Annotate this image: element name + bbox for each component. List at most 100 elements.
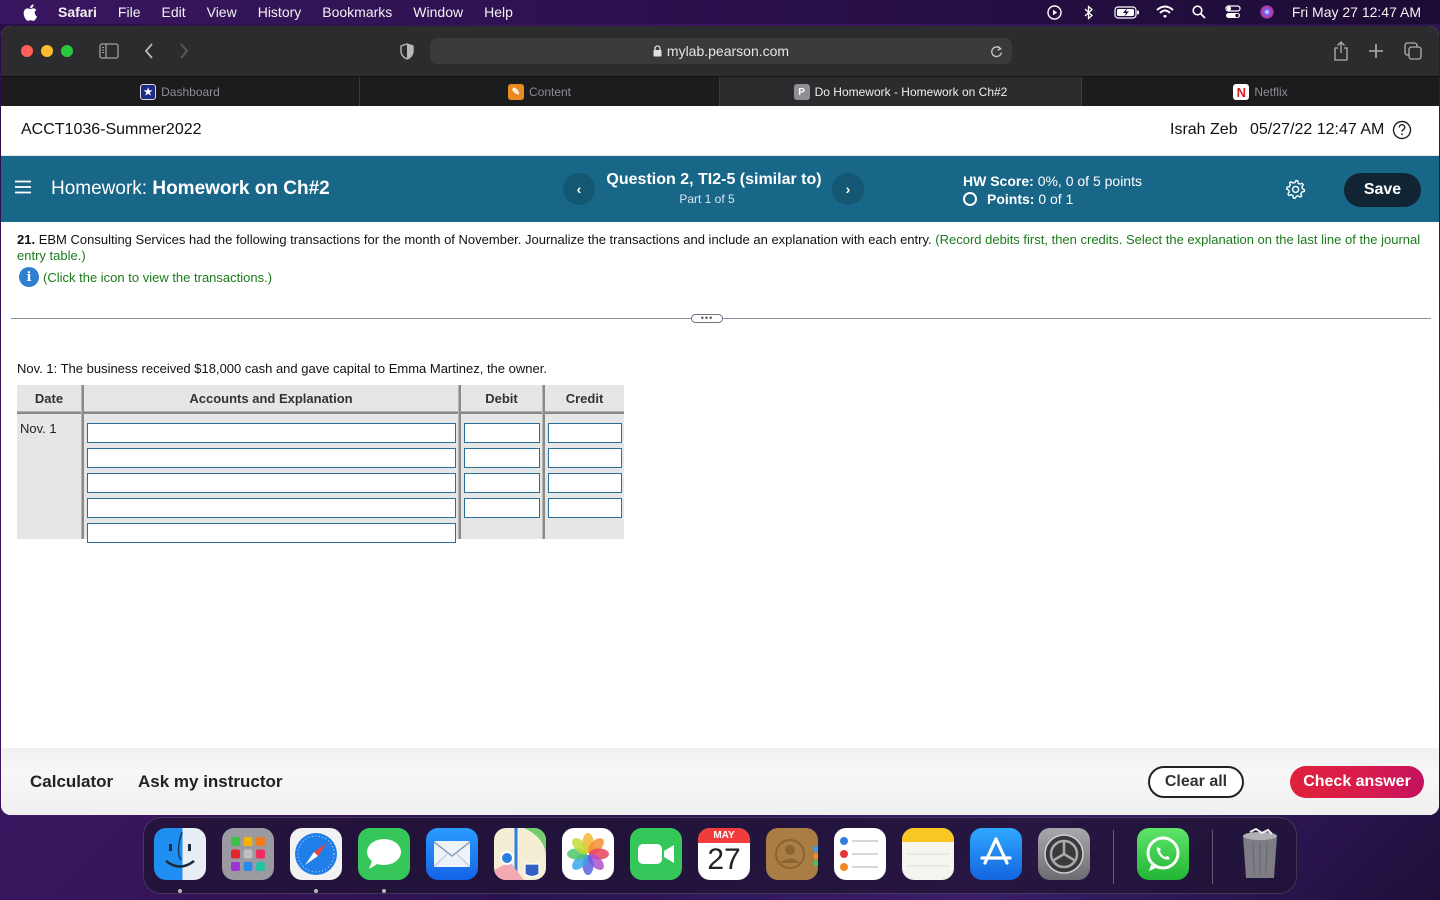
facetime-icon[interactable] <box>630 828 682 880</box>
contacts-icon[interactable] <box>766 828 818 880</box>
credit-input-3[interactable] <box>548 473 622 493</box>
maps-icon[interactable] <box>494 828 546 880</box>
reminders-icon[interactable] <box>834 828 886 880</box>
divider-drag-handle[interactable]: ••• <box>691 314 723 323</box>
tab-netflix[interactable]: N Netflix <box>1082 77 1439 107</box>
clear-all-button[interactable]: Clear all <box>1148 766 1244 798</box>
tab-content[interactable]: ✎ Content <box>360 77 720 107</box>
mail-icon[interactable] <box>426 828 478 880</box>
back-arrow-icon[interactable] <box>138 40 160 62</box>
notes-icon[interactable] <box>902 828 954 880</box>
current-datetime: 05/27/22 12:47 AM <box>1250 121 1385 138</box>
menu-file[interactable]: File <box>118 4 141 20</box>
check-answer-button[interactable]: Check answer <box>1290 766 1424 798</box>
account-input-2[interactable] <box>87 448 456 468</box>
previous-question-button[interactable]: ‹ <box>563 173 595 205</box>
account-input-3[interactable] <box>87 473 456 493</box>
macos-dock: MAY 27 <box>143 817 1297 894</box>
system-preferences-icon[interactable] <box>1038 828 1090 880</box>
app-store-icon[interactable] <box>970 828 1022 880</box>
homework-label-prefix: Homework: <box>51 178 148 199</box>
messages-icon[interactable] <box>358 828 410 880</box>
menu-help[interactable]: Help <box>484 4 513 20</box>
hamburger-menu-icon[interactable] <box>15 180 31 194</box>
control-center-icon[interactable] <box>1224 4 1242 20</box>
transactions-info: i (Click the icon to view the transactio… <box>19 267 272 287</box>
debit-input-3[interactable] <box>464 473 540 493</box>
launchpad-icon[interactable] <box>222 828 274 880</box>
forward-arrow-icon[interactable] <box>173 40 195 62</box>
tab-bar: ★ Dashboard ✎ Content P Do Homework - Ho… <box>1 76 1439 107</box>
menu-bar-status-area: Fri May 27 12:47 AM <box>1046 0 1440 24</box>
account-input-1[interactable] <box>87 423 456 443</box>
pearson-favicon-icon: P <box>793 84 810 100</box>
reload-icon[interactable] <box>987 42 1005 60</box>
running-indicator <box>382 889 386 893</box>
lock-icon <box>653 45 662 57</box>
course-header: ACCT1036-Summer2022 Israh Zeb 05/27/22 1… <box>1 106 1439 156</box>
close-window-button[interactable] <box>21 45 33 57</box>
ask-instructor-link[interactable]: Ask my instructor <box>138 772 283 792</box>
menu-edit[interactable]: Edit <box>161 4 185 20</box>
play-circle-icon[interactable] <box>1046 4 1064 20</box>
question-title: Question 2, TI2-5 (similar to) <box>606 171 822 188</box>
column-divider <box>542 385 545 539</box>
trash-icon[interactable] <box>1234 828 1286 880</box>
menu-window[interactable]: Window <box>413 4 463 20</box>
menu-safari[interactable]: Safari <box>58 4 97 20</box>
save-button[interactable]: Save <box>1344 173 1421 207</box>
siri-icon[interactable] <box>1258 4 1276 20</box>
finder-icon[interactable] <box>154 828 206 880</box>
safari-app-icon[interactable] <box>290 828 342 880</box>
course-title[interactable]: ACCT1036-Summer2022 <box>21 121 202 139</box>
points-status-circle-icon <box>963 192 977 206</box>
fullscreen-window-button[interactable] <box>61 45 73 57</box>
credit-input-2[interactable] <box>548 448 622 468</box>
bluetooth-icon[interactable] <box>1080 4 1098 20</box>
next-question-button[interactable]: › <box>832 173 864 205</box>
question-number: 21. <box>17 232 36 247</box>
debit-input-4[interactable] <box>464 498 540 518</box>
url-text: mylab.pearson.com <box>666 43 790 59</box>
explanation-input[interactable] <box>87 523 456 543</box>
safari-window: mylab.pearson.com ★ Dashboard ✎ Content … <box>1 26 1439 815</box>
info-icon[interactable]: i <box>19 267 39 287</box>
privacy-shield-icon[interactable] <box>396 40 418 62</box>
menu-history[interactable]: History <box>258 4 302 20</box>
debit-input-1[interactable] <box>464 423 540 443</box>
menu-bookmarks[interactable]: Bookmarks <box>322 4 392 20</box>
macos-menu-bar: Safari File Edit View History Bookmarks … <box>0 0 1440 24</box>
credit-input-4[interactable] <box>548 498 622 518</box>
minimize-window-button[interactable] <box>41 45 53 57</box>
debit-input-2[interactable] <box>464 448 540 468</box>
whatsapp-icon[interactable] <box>1137 828 1189 880</box>
spotlight-search-icon[interactable] <box>1190 4 1208 20</box>
tab-label: Netflix <box>1254 85 1288 99</box>
menu-bar-clock[interactable]: Fri May 27 12:47 AM <box>1292 4 1421 20</box>
question-prompt: 21. EBM Consulting Services had the foll… <box>17 232 1427 264</box>
tab-dashboard[interactable]: ★ Dashboard <box>1 77 360 107</box>
credit-input-1[interactable] <box>548 423 622 443</box>
question-part: Part 1 of 5 <box>679 192 735 206</box>
apple-menu-icon[interactable] <box>22 3 38 21</box>
help-icon[interactable] <box>1392 120 1412 140</box>
menu-view[interactable]: View <box>207 4 237 20</box>
sidebar-toggle-icon[interactable] <box>98 40 120 62</box>
calendar-icon[interactable]: MAY 27 <box>698 828 750 880</box>
new-tab-icon[interactable] <box>1365 40 1387 62</box>
page-footer: Calculator Ask my instructor Clear all C… <box>1 748 1439 815</box>
calculator-link[interactable]: Calculator <box>30 772 113 792</box>
battery-charging-icon[interactable] <box>1114 4 1140 20</box>
dock-separator <box>1212 830 1213 884</box>
tab-overview-icon[interactable] <box>1402 40 1424 62</box>
tab-do-homework[interactable]: P Do Homework - Homework on Ch#2 <box>720 77 1082 107</box>
header-accounts: Accounts and Explanation <box>189 391 353 406</box>
settings-gear-icon[interactable] <box>1286 179 1306 199</box>
share-icon[interactable] <box>1330 40 1352 62</box>
safari-toolbar: mylab.pearson.com <box>1 26 1439 76</box>
dock-separator <box>1113 830 1114 884</box>
wifi-icon[interactable] <box>1156 4 1174 20</box>
address-bar[interactable]: mylab.pearson.com <box>430 38 1012 64</box>
account-input-4[interactable] <box>87 498 456 518</box>
photos-icon[interactable] <box>562 828 614 880</box>
